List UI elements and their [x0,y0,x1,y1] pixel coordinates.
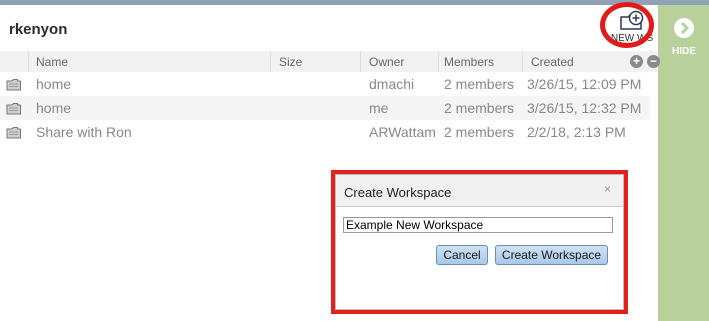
cancel-button[interactable]: Cancel [436,245,488,265]
cell-name: home [36,76,72,92]
create-workspace-dialog: Create Workspace × Cancel Create Workspa… [335,174,624,310]
dialog-title: Create Workspace [344,185,452,200]
cell-created: 3/26/15, 12:09 PM [527,76,642,92]
column-divider [270,51,271,72]
table-row[interactable]: home dmachi 2 members 3/26/15, 12:09 PM [0,72,650,96]
dialog-titlebar: Create Workspace × [336,175,623,207]
workspace-icon [6,79,21,91]
folder-plus-icon [620,10,644,30]
cell-members: 2 members [444,100,515,116]
workspace-icon [6,103,21,115]
username-label: rkenyon [9,21,68,38]
column-header-created[interactable]: Created [531,55,574,69]
create-workspace-button[interactable]: Create Workspace [495,245,608,265]
cell-members: 2 members [444,76,515,92]
new-ws-label: NEW WS [610,33,654,44]
column-header-owner[interactable]: Owner [369,55,404,69]
column-divider [522,51,523,72]
column-header-size[interactable]: Size [279,55,302,69]
cell-created: 2/2/18, 2:13 PM [527,124,626,140]
workspace-header: rkenyon [0,5,658,51]
cell-owner: dmachi [369,76,415,92]
table-header: Name Size Owner Members Created + − [0,51,660,72]
column-header-members[interactable]: Members [444,55,494,69]
column-header-name[interactable]: Name [36,55,68,69]
remove-column-icon[interactable]: − [647,55,660,68]
chevron-right-circle-icon [674,18,694,38]
right-sidebar: HIDE [658,5,709,321]
cell-created: 3/26/15, 12:32 PM [527,100,642,116]
column-divider [438,51,439,72]
add-column-icon[interactable]: + [630,55,643,68]
new-workspace-button[interactable]: NEW WS [609,8,655,48]
cell-name: Share with Ron [36,124,132,140]
hide-button[interactable]: HIDE [672,17,696,57]
hide-label: HIDE [672,46,696,57]
close-icon[interactable]: × [604,182,611,196]
workspace-icon [6,127,21,139]
cell-owner: ARWattam [369,124,436,140]
column-divider [360,51,361,72]
cell-name: home [36,100,72,116]
workspace-name-input[interactable] [343,217,613,233]
cell-owner: me [369,100,389,116]
table-row[interactable]: Share with Ron ARWattam 2 members 2/2/18… [0,120,650,144]
table-row[interactable]: home me 2 members 3/26/15, 12:32 PM [0,96,650,120]
column-divider [28,51,29,72]
cell-members: 2 members [444,124,515,140]
